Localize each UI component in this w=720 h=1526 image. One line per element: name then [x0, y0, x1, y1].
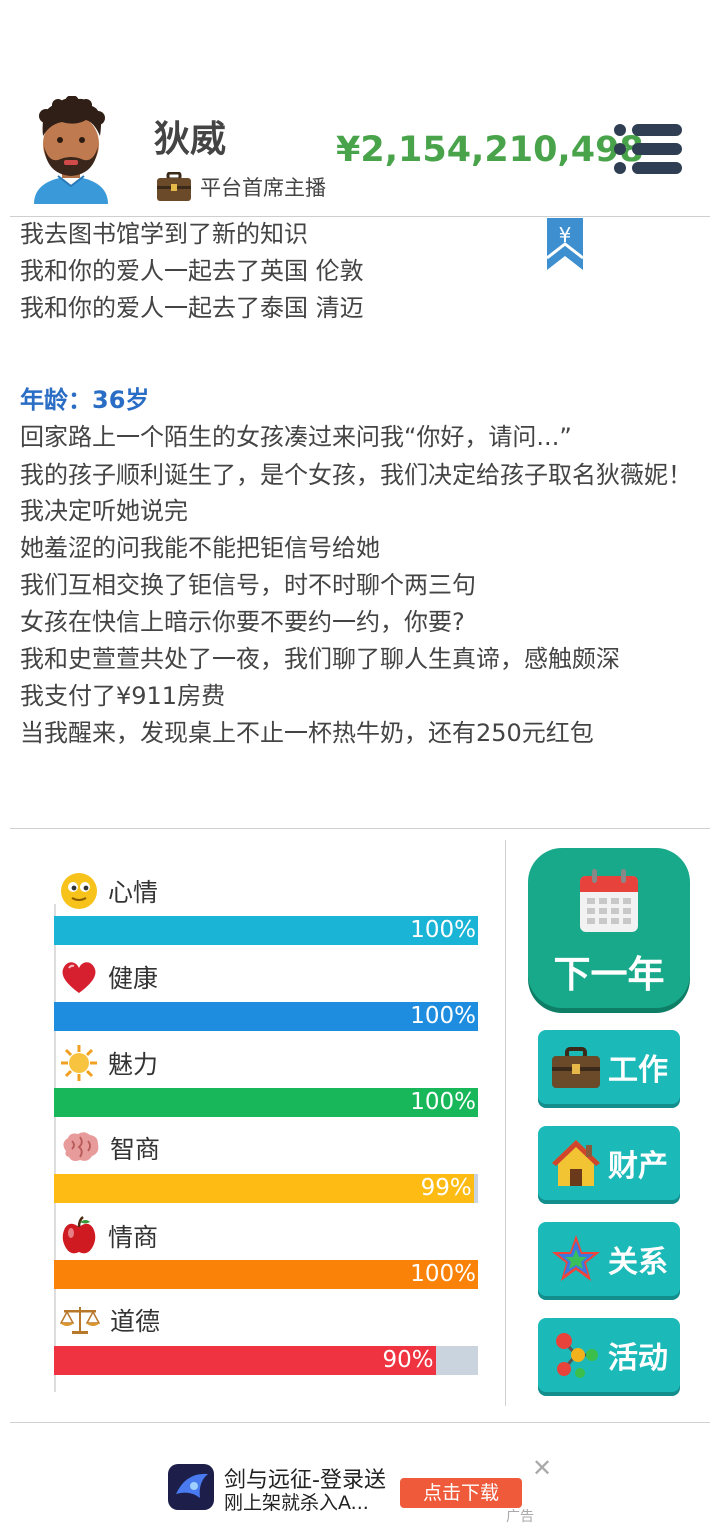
- stats-panel: 心情 100% 健康 100% 魅力 100% 智商 99% 情商 100% 道…: [54, 860, 478, 1376]
- close-icon[interactable]: ✕: [532, 1454, 552, 1482]
- log-line: 我们互相交换了钜信号，时不时聊个两三句: [20, 571, 476, 599]
- log-line: 我和史萱萱共处了一夜，我们聊了聊人生真谛，感触颇深: [20, 645, 620, 673]
- log-line: 我去图书馆学到了新的知识: [20, 220, 308, 248]
- stat-mood: 心情 100%: [54, 860, 478, 946]
- next-year-button[interactable]: 下一年: [528, 848, 690, 1008]
- stat-bar: 100%: [54, 1260, 478, 1289]
- stat-bar: 100%: [54, 916, 478, 945]
- stat-iq: 智商 99%: [54, 1118, 478, 1204]
- stat-label: 心情: [108, 878, 159, 907]
- stat-value: 100%: [410, 1261, 476, 1287]
- relations-label: 关系: [608, 1245, 668, 1280]
- log-list-bottom: 回家路上一个陌生的女孩凑过来问我“你好，请问...” 我的孩子顺利诞生了，是个女…: [20, 419, 700, 752]
- star-icon: [552, 1235, 600, 1281]
- next-year-label: 下一年: [553, 953, 665, 996]
- profile-header: 狄威 平台首席主播 ¥2,154,210,498: [0, 90, 720, 217]
- ad-divider: [10, 1422, 710, 1423]
- log-line: 女孩在快信上暗示你要不要约一约，你要?: [20, 608, 465, 636]
- log-line: 我支付了¥911房费: [20, 682, 226, 710]
- stat-value: 90%: [382, 1347, 434, 1373]
- stat-charm: 魅力 100%: [54, 1032, 478, 1118]
- stat-bar: 100%: [54, 1002, 478, 1031]
- stat-eq: 情商 100%: [54, 1204, 478, 1290]
- activities-button[interactable]: 活动: [538, 1318, 680, 1392]
- log-line: 当我醒来，发现桌上不止一杯热牛奶，还有250元红包: [20, 719, 594, 747]
- panel-divider: [505, 840, 506, 1406]
- work-button[interactable]: 工作: [538, 1030, 680, 1104]
- money-balance: ¥2,154,210,498: [336, 130, 644, 170]
- briefcase-icon: [157, 172, 191, 201]
- property-label: 财产: [608, 1149, 668, 1184]
- game-app-icon[interactable]: [168, 1464, 214, 1510]
- sun-icon: [61, 1045, 97, 1081]
- heart-icon: [62, 962, 96, 993]
- stat-label: 道德: [110, 1307, 161, 1336]
- player-name: 狄威: [154, 119, 227, 160]
- ad-subtitle[interactable]: 刚上架就杀入A...: [224, 1488, 369, 1515]
- stat-label: 健康: [108, 964, 159, 993]
- relations-button[interactable]: 关系: [538, 1222, 680, 1296]
- stat-label: 魅力: [108, 1050, 159, 1079]
- stat-value: 100%: [410, 1089, 476, 1115]
- avatar[interactable]: [28, 96, 114, 204]
- stat-bar: 100%: [54, 1088, 478, 1117]
- log-line: 回家路上一个陌生的女孩凑过来问我“你好，请问...”: [20, 423, 572, 451]
- molecule-icon: [556, 1333, 598, 1378]
- brain-icon: [63, 1132, 99, 1161]
- log-list-top: 我去图书馆学到了新的知识 我和你的爱人一起去了英国 伦敦 我和你的爱人一起去了泰…: [20, 216, 700, 327]
- stat-value: 100%: [410, 917, 476, 943]
- stat-label: 智商: [110, 1135, 161, 1164]
- smiley-icon: [61, 873, 97, 909]
- stat-health: 健康 100%: [54, 946, 478, 1032]
- log-line: 我决定听她说完: [20, 497, 188, 525]
- stat-value: 100%: [410, 1003, 476, 1029]
- ad-download-button[interactable]: 点击下载: [400, 1478, 522, 1508]
- ad-tag: 广告: [506, 1509, 534, 1525]
- job-title: 平台首席主播: [200, 176, 326, 200]
- log-line: 我和你的爱人一起去了英国 伦敦: [20, 257, 364, 285]
- apple-icon: [62, 1216, 96, 1254]
- menu-icon[interactable]: [612, 122, 684, 176]
- briefcase-icon: [552, 1047, 600, 1088]
- stat-bar: 99%: [54, 1174, 478, 1203]
- scales-icon: [60, 1307, 100, 1334]
- log-line: 我的孩子顺利诞生了，是个女孩，我们决定给孩子取名狄薇妮！: [20, 461, 692, 489]
- job-title-row: 平台首席主播: [156, 172, 326, 202]
- work-label: 工作: [608, 1053, 668, 1088]
- section-divider: [10, 828, 710, 829]
- stat-label: 情商: [108, 1223, 159, 1252]
- log-line: 我和你的爱人一起去了泰国 清迈: [20, 294, 364, 322]
- house-icon: [552, 1140, 600, 1186]
- age-heading: 年龄：36岁: [20, 386, 150, 414]
- stat-morality: 道德 90%: [54, 1290, 478, 1376]
- calendar-icon: [580, 869, 638, 932]
- stat-value: 99%: [420, 1175, 472, 1201]
- log-line: 她羞涩的问我能不能把钜信号给她: [20, 534, 380, 562]
- stat-bar: 90%: [54, 1346, 478, 1375]
- event-log: 我去图书馆学到了新的知识 我和你的爱人一起去了英国 伦敦 我和你的爱人一起去了泰…: [20, 216, 700, 752]
- activities-label: 活动: [608, 1341, 668, 1376]
- property-button[interactable]: 财产: [538, 1126, 680, 1200]
